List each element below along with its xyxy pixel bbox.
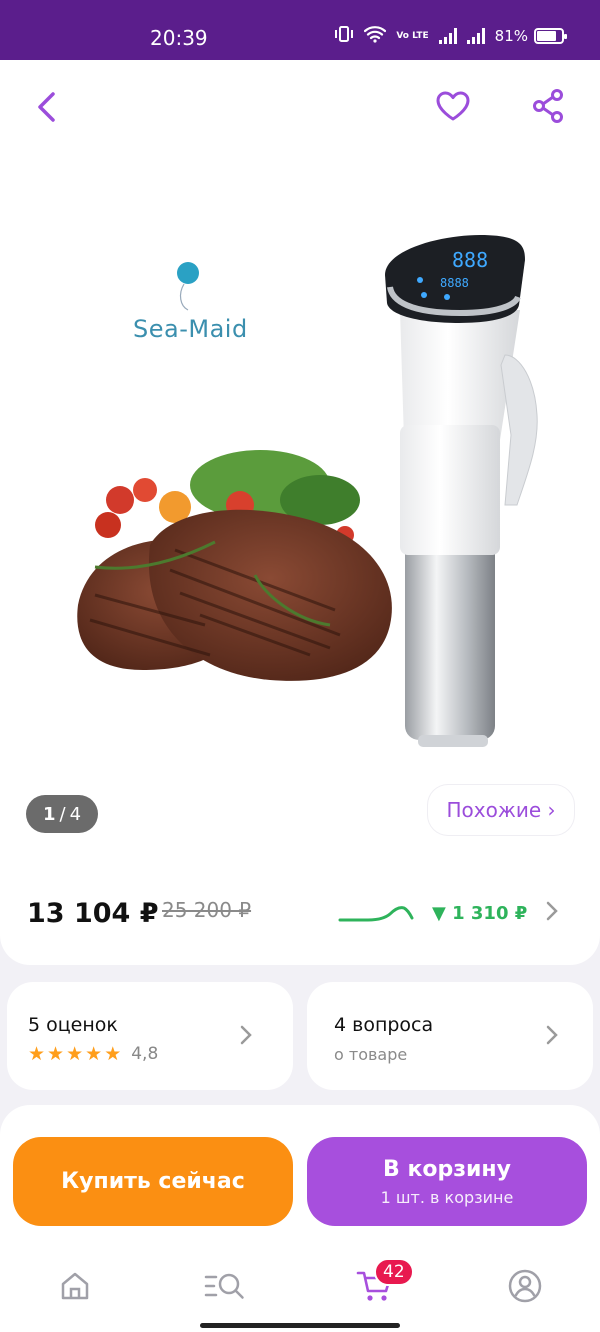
brand-logo: Sea-Maid <box>133 315 248 343</box>
cart-badge: 42 <box>374 1258 414 1286</box>
home-icon <box>61 1272 89 1300</box>
back-button[interactable] <box>28 88 64 126</box>
similar-label: Похожие › <box>446 798 556 822</box>
add-to-cart-label: В корзину <box>383 1156 511 1182</box>
rating-stars: ★ ★ ★ ★ ★ 4,8 <box>28 1043 158 1065</box>
sous-vide-device: 888 8888 <box>385 235 538 747</box>
rating-value: 4,8 <box>131 1044 159 1064</box>
buy-now-button[interactable]: Купить сейчас <box>13 1137 293 1226</box>
star-icon: ★ <box>28 1043 46 1065</box>
star-icon: ★ <box>66 1043 84 1065</box>
chevron-right-icon <box>239 1024 253 1052</box>
product-image[interactable]: 888 8888 <box>0 195 600 765</box>
questions-card[interactable]: 4 вопроса о товаре <box>307 982 593 1090</box>
price-trend-sparkline[interactable] <box>338 900 418 930</box>
star-icon: ★ <box>47 1043 65 1065</box>
buy-now-label: Купить сейчас <box>61 1169 245 1194</box>
steaks <box>77 509 392 681</box>
back-icon <box>38 92 55 122</box>
heart-icon <box>436 91 470 121</box>
star-icon: ★ <box>104 1043 122 1065</box>
add-to-cart-button[interactable]: В корзину 1 шт. в корзине <box>307 1137 587 1226</box>
battery-indicator: 81% <box>494 27 567 45</box>
cart-quantity-text: 1 шт. в корзине <box>380 1187 514 1207</box>
chevron-right-icon <box>545 1024 559 1052</box>
old-price: 25 200 ₽ <box>162 898 252 922</box>
questions-count: 4 вопроса <box>334 1014 434 1036</box>
system-icons: Vo LTE 81% <box>334 25 567 47</box>
chevron-right-icon[interactable] <box>545 900 559 928</box>
signal-icon-2 <box>466 28 485 44</box>
brand-logo-mark <box>177 262 199 311</box>
product-price: 13 104 ₽ <box>27 898 159 929</box>
share-button[interactable] <box>528 86 568 126</box>
catalog-search-icon <box>204 1273 244 1299</box>
gallery-pager: 1 / 4 <box>26 795 98 833</box>
battery-icon <box>534 28 567 44</box>
reviews-count: 5 оценок <box>28 1014 118 1036</box>
reviews-card[interactable]: 5 оценок ★ ★ ★ ★ ★ 4,8 <box>7 982 293 1090</box>
favorite-button[interactable] <box>433 86 473 126</box>
svg-text:8888: 8888 <box>440 276 469 290</box>
status-bar: 20:39 Vo LTE 81% <box>0 0 600 60</box>
svg-text:888: 888 <box>452 248 488 272</box>
tab-profile[interactable] <box>505 1268 545 1304</box>
signal-icon <box>438 28 457 44</box>
status-time: 20:39 <box>150 26 208 50</box>
home-indicator <box>200 1323 400 1328</box>
star-icon: ★ <box>85 1043 103 1065</box>
vibrate-icon <box>334 25 354 47</box>
tab-catalog[interactable] <box>203 1268 249 1304</box>
questions-subtitle: о товаре <box>334 1045 408 1064</box>
tab-home[interactable] <box>55 1268 95 1304</box>
volte-indicator: Vo LTE <box>396 30 429 41</box>
price-drop-badge[interactable]: ▼ 1 310 ₽ <box>432 903 527 924</box>
battery-percent: 81% <box>494 27 528 45</box>
similar-products-button[interactable]: Похожие › <box>428 785 574 835</box>
gallery-total: 4 <box>69 803 82 825</box>
profile-icon <box>508 1269 542 1303</box>
gallery-separator: / <box>59 803 66 825</box>
wifi-icon <box>364 25 387 47</box>
share-icon <box>533 89 563 123</box>
gallery-current: 1 <box>42 803 56 825</box>
